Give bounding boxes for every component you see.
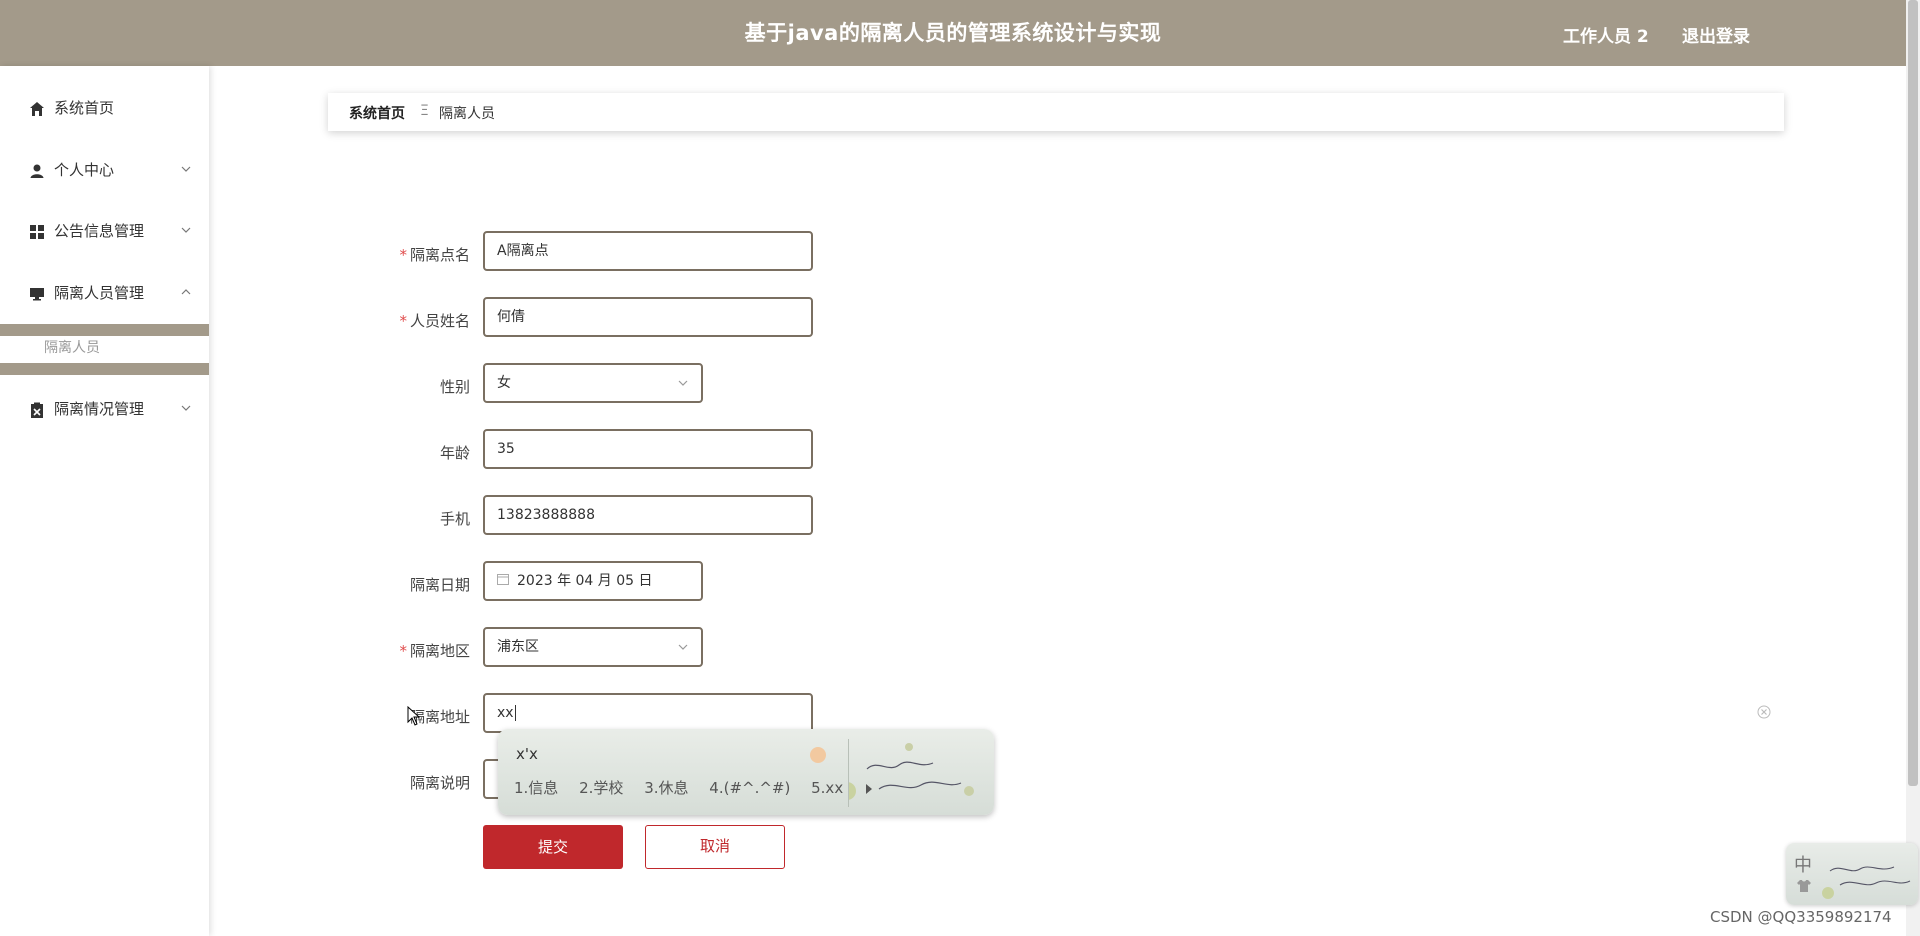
form-row-isolation-point: * 隔离点名 A隔离点 (380, 231, 1080, 275)
person-name-label: 人员姓名 (409, 312, 470, 330)
chevron-down-icon (678, 380, 688, 386)
ime-composition: x'x (516, 745, 538, 763)
ime-candidate-list: 1.信息 2.学校 3.休息 4.(#^.^#) 5.xx (514, 777, 874, 798)
chevron-down-icon (181, 166, 191, 172)
sidebar-item-notice-management[interactable]: 公告信息管理 (0, 211, 209, 251)
sidebar-item-label: 系统首页 (54, 99, 115, 117)
ime-skin-art-icon (1822, 866, 1911, 899)
sidebar-item-isolation-status-management[interactable]: 隔离情况管理 (0, 389, 209, 429)
chevron-up-icon (181, 289, 191, 295)
breadcrumb-current: 隔离人员 (439, 106, 495, 122)
sidebar-subitem-label: 隔离人员 (44, 340, 100, 356)
ime-candidate[interactable]: 3.休息 (644, 779, 688, 797)
mouse-cursor-icon (407, 706, 421, 726)
sidebar-item-label: 隔离人员管理 (54, 284, 145, 302)
sidebar-item-home[interactable]: 系统首页 (0, 88, 209, 128)
clear-icon[interactable] (1757, 705, 1771, 719)
sidebar-item-personal-center[interactable]: 个人中心 (0, 150, 209, 190)
ime-candidate[interactable]: 1.信息 (514, 779, 558, 797)
required-mark: * (399, 246, 407, 264)
ime-candidate-popup: x'x 1.信息 2.学校 3.休息 4.(#^.^#) 5.xx (498, 729, 994, 815)
user-icon (30, 164, 44, 178)
submenu-divider (0, 363, 209, 375)
chevron-down-icon (678, 644, 688, 650)
required-mark: * (399, 312, 407, 330)
cancel-button[interactable]: 取消 (645, 825, 785, 869)
submit-button[interactable]: 提交 (483, 825, 623, 869)
isolation-address-input[interactable]: xx (483, 693, 813, 733)
ime-skin-art-icon (838, 743, 974, 800)
ime-candidate[interactable]: 5.xx (811, 779, 843, 797)
logout-link[interactable]: 退出登录 (1682, 22, 1750, 47)
emoji-icon[interactable] (810, 747, 826, 763)
breadcrumb-separator: Ξ (420, 103, 429, 119)
isolation-point-label: 隔离点名 (409, 246, 470, 264)
submenu-divider (0, 324, 209, 336)
shirt-icon[interactable] (1796, 879, 1812, 893)
sidebar-item-isolated-personnel-management[interactable]: 隔离人员管理 (0, 273, 209, 313)
calendar-icon (497, 574, 509, 585)
form-row-isolation-date: 隔离日期 2023 年 04 月 05 日 (380, 561, 1080, 605)
isolation-address-value: xx (497, 705, 514, 721)
watermark-text: CSDN @QQ3359892174 (1710, 908, 1892, 926)
form-row-person-name: * 人员姓名 何倩 (380, 297, 1080, 341)
isolation-note-label: 隔离说明 (409, 774, 470, 792)
ime-status-bar: 中 (1786, 843, 1918, 905)
chevron-down-icon (181, 227, 191, 233)
page-scrollbar[interactable] (1906, 0, 1920, 936)
gender-select[interactable]: 女 (483, 363, 703, 403)
form-row-phone: 手机 13823888888 (380, 495, 1080, 539)
monitor-icon (30, 288, 44, 301)
sidebar-item-label: 个人中心 (54, 161, 115, 179)
form-row-isolation-region: * 隔离地区 浦东区 (380, 627, 1080, 671)
breadcrumb-home[interactable]: 系统首页 (349, 103, 405, 123)
isolation-address-label: 隔离地址 (409, 708, 470, 726)
gender-select-value: 女 (497, 375, 511, 391)
clipboard-icon (31, 402, 43, 418)
ime-candidate[interactable]: 4.(#^.^#) (709, 779, 790, 797)
sidebar-item-label: 公告信息管理 (54, 222, 145, 240)
sidebar: 系统首页 个人中心 公告信息管理 隔离人员管理 隔离人员 隔离情况管理 (0, 66, 209, 936)
isolation-region-label: 隔离地区 (409, 642, 470, 660)
scrollbar-thumb[interactable] (1908, 0, 1918, 786)
home-icon (30, 102, 44, 116)
current-user: 工作人员 2 (1563, 27, 1649, 47)
sidebar-subitem-isolated-personnel[interactable]: 隔离人员 (0, 336, 209, 360)
form-row-age: 年龄 35 (380, 429, 1080, 473)
grid-icon (30, 225, 44, 239)
required-mark: * (399, 642, 407, 660)
ime-candidate[interactable]: 2.学校 (579, 779, 623, 797)
isolation-region-value: 浦东区 (497, 639, 539, 655)
age-label: 年龄 (439, 444, 470, 462)
isolation-date-picker[interactable]: 2023 年 04 月 05 日 (483, 561, 703, 601)
ime-skin-decoration (838, 739, 987, 807)
person-name-input[interactable]: 何倩 (483, 297, 813, 337)
isolation-point-input[interactable]: A隔离点 (483, 231, 813, 271)
isolation-region-select[interactable]: 浦东区 (483, 627, 703, 667)
breadcrumb: 系统首页 Ξ 隔离人员 (328, 93, 1784, 131)
age-input[interactable]: 35 (483, 429, 813, 469)
gender-label: 性别 (439, 378, 470, 396)
text-caret (514, 705, 516, 721)
chevron-down-icon (181, 405, 191, 411)
sidebar-item-label: 隔离情况管理 (54, 400, 145, 418)
form-row-gender: 性别 女 (380, 363, 1080, 407)
phone-label: 手机 (439, 510, 470, 528)
ime-mode-toggle[interactable]: 中 (1794, 851, 1812, 877)
isolation-date-label: 隔离日期 (409, 576, 470, 594)
phone-input[interactable]: 13823888888 (483, 495, 813, 535)
isolation-date-value: 2023 年 04 月 05 日 (517, 573, 653, 589)
